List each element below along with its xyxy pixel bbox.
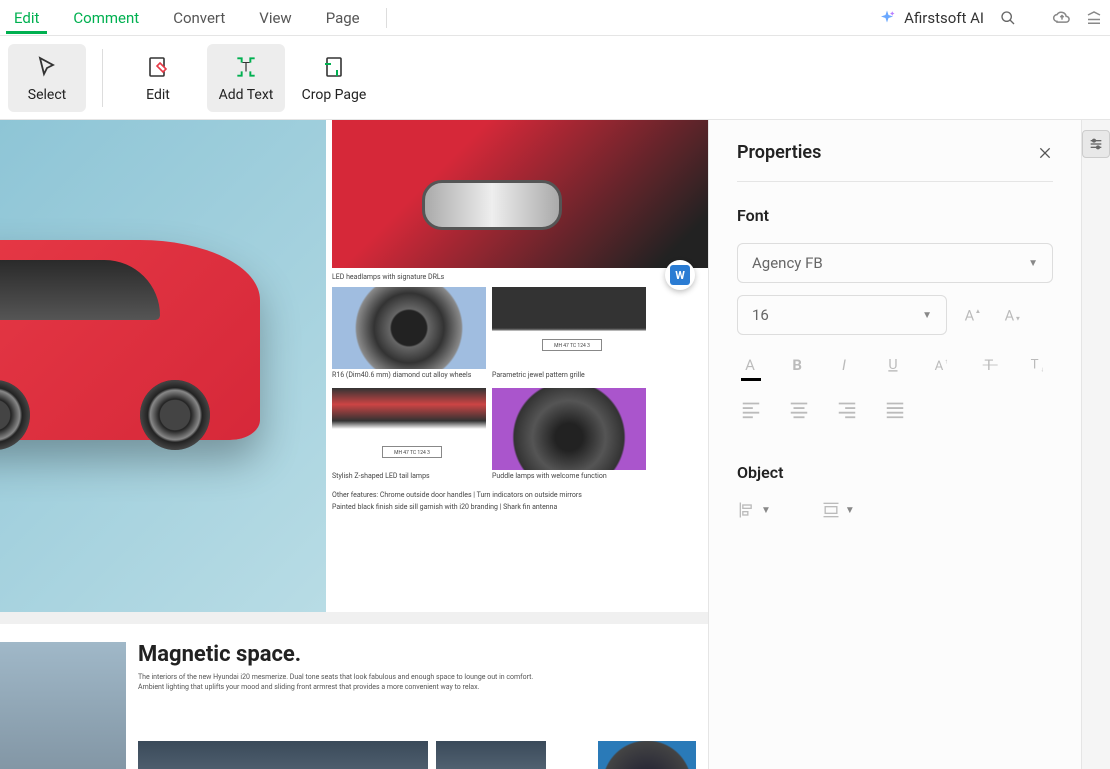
document-canvas[interactable]: LED headlamps with signature DRLs R16 (D… xyxy=(0,120,708,769)
svg-text:T: T xyxy=(1031,357,1039,372)
increase-font-button[interactable]: A▲ xyxy=(957,300,987,330)
ai-brand-label: Afirstsoft AI xyxy=(904,9,984,27)
svg-text:A: A xyxy=(1005,307,1015,325)
tool-crop-page[interactable]: Crop Page xyxy=(295,44,373,112)
page1-footer2: Painted black finish side sill garnish w… xyxy=(332,503,708,513)
svg-text:↓: ↓ xyxy=(1041,366,1044,374)
svg-text:A: A xyxy=(965,307,975,325)
svg-text:↑: ↑ xyxy=(945,357,948,365)
chevron-down-icon: ▼ xyxy=(845,505,855,516)
chevron-down-icon: ▼ xyxy=(761,505,771,516)
object-section-label: Object xyxy=(737,463,1053,482)
underline-button[interactable]: U xyxy=(881,351,909,379)
tab-page[interactable]: Page xyxy=(318,3,368,33)
edit-toolbar: Select Edit T Add Text Crop Page xyxy=(0,36,1110,120)
headlamp-caption: LED headlamps with signature DRLs xyxy=(332,273,708,281)
object-align-button[interactable]: ▼ xyxy=(737,500,771,520)
font-family-select[interactable]: Agency FB▼ xyxy=(737,243,1053,283)
panel-toggle-button[interactable] xyxy=(1082,130,1110,158)
edit-page-icon xyxy=(144,53,172,81)
seats-image-1 xyxy=(138,741,428,769)
svg-text:U: U xyxy=(888,357,897,373)
document-page-2: Magnetic space. The interiors of the new… xyxy=(0,624,708,769)
headlamp-image xyxy=(332,120,708,268)
font-size-select[interactable]: 16▼ xyxy=(737,295,947,335)
svg-text:T: T xyxy=(242,60,250,75)
grille-caption: Parametric jewel pattern grille xyxy=(492,371,646,379)
panel-title: Properties xyxy=(737,142,821,163)
tab-convert[interactable]: Convert xyxy=(165,3,233,33)
page2-subtitle: The interiors of the new Hyundai i20 mes… xyxy=(138,673,696,693)
puddle-caption: Puddle lamps with welcome function xyxy=(492,472,646,480)
page1-footer1: Other features: Chrome outside door hand… xyxy=(332,491,708,501)
decrease-font-button[interactable]: A▼ xyxy=(997,300,1027,330)
interior-hero-image xyxy=(0,642,126,769)
menu-icon[interactable] xyxy=(1084,8,1104,28)
panel-rail xyxy=(1081,120,1110,769)
strikethrough-button[interactable]: T xyxy=(977,351,1005,379)
chevron-down-icon: ▼ xyxy=(1028,258,1038,269)
align-justify-button[interactable] xyxy=(881,395,909,423)
svg-text:A: A xyxy=(935,359,944,374)
page2-title: Magnetic space. xyxy=(138,642,696,667)
grille-image: MH 47 TC 124 3 xyxy=(492,287,646,369)
puddle-image xyxy=(492,388,646,470)
word-export-badge[interactable]: W xyxy=(665,260,695,290)
close-panel-button[interactable] xyxy=(1037,145,1053,161)
seats-image-2 xyxy=(436,741,546,769)
license-plate: MH 47 TC 124 3 xyxy=(542,339,602,351)
steering-image xyxy=(598,741,696,769)
tab-edit[interactable]: Edit xyxy=(6,3,47,33)
font-section-label: Font xyxy=(737,206,1053,225)
rear-caption: Stylish Z-shaped LED tail lamps xyxy=(332,472,486,480)
cloud-upload-icon[interactable] xyxy=(1052,8,1072,28)
tab-comment[interactable]: Comment xyxy=(65,3,147,33)
align-left-button[interactable] xyxy=(737,395,765,423)
crop-icon xyxy=(320,53,348,81)
search-icon[interactable] xyxy=(998,8,1018,28)
wheel-image xyxy=(332,287,486,369)
tool-add-text[interactable]: T Add Text xyxy=(207,44,285,112)
wheel-caption: R16 (Dim40.6 mm) diamond cut alloy wheel… xyxy=(332,371,486,379)
italic-button[interactable]: I xyxy=(833,351,861,379)
add-text-icon: T xyxy=(232,53,260,81)
tool-select[interactable]: Select xyxy=(8,44,86,112)
properties-panel: Properties Font Agency FB▼ 16▼ A▲ A▼ A B… xyxy=(708,120,1110,769)
word-icon: W xyxy=(670,265,690,285)
ai-brand[interactable]: Afirstsoft AI xyxy=(878,9,984,27)
license-plate-rear: MH 47 TC 124 3 xyxy=(382,446,442,458)
svg-text:B: B xyxy=(792,356,802,374)
align-center-button[interactable] xyxy=(785,395,813,423)
superscript-button[interactable]: A↑ xyxy=(929,351,957,379)
cursor-icon xyxy=(33,53,61,81)
main-tabs: Edit Comment Convert View Page Afirstsof… xyxy=(0,0,1110,36)
document-page-1: LED headlamps with signature DRLs R16 (D… xyxy=(0,120,708,612)
bold-button[interactable]: B xyxy=(785,351,813,379)
tool-edit[interactable]: Edit xyxy=(119,44,197,112)
subscript-button[interactable]: T↓ xyxy=(1025,351,1053,379)
sparkle-icon xyxy=(878,9,896,27)
rear-image: MH 47 TC 124 3 xyxy=(332,388,486,470)
align-right-button[interactable] xyxy=(833,395,861,423)
object-distribute-button[interactable]: ▼ xyxy=(821,500,855,520)
svg-text:I: I xyxy=(842,356,846,374)
tab-view[interactable]: View xyxy=(251,3,299,33)
font-color-button[interactable]: A xyxy=(737,351,765,379)
svg-text:▼: ▼ xyxy=(1015,315,1021,323)
hero-car-image xyxy=(0,120,326,612)
svg-text:A: A xyxy=(745,356,755,374)
svg-text:▲: ▲ xyxy=(975,307,981,315)
chevron-down-icon: ▼ xyxy=(922,310,932,321)
